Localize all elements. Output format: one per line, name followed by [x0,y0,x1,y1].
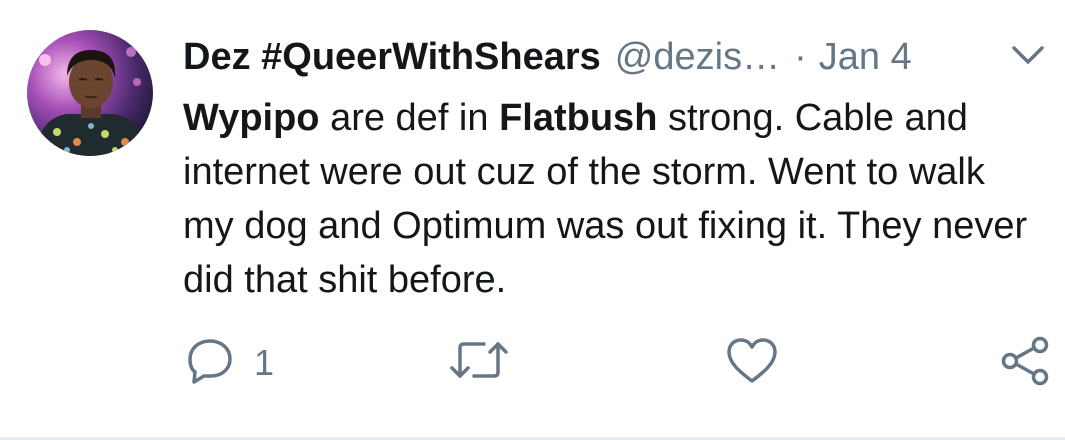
heart-icon [724,338,780,390]
chevron-down-icon[interactable] [1008,40,1048,70]
tweet-header: Dez #QueerWithShears @dezis… · Jan 4 [183,33,912,81]
tweet-text-bold-1: Wypipo [183,97,320,139]
reply-count: 1 [254,341,275,383]
share-button[interactable] [998,334,1052,393]
like-button[interactable] [724,336,780,391]
reply-icon [186,336,234,389]
avatar[interactable] [27,30,153,156]
avatar-image [27,30,153,156]
tweet-date[interactable]: Jan 4 [819,36,912,79]
tweet-card[interactable]: Dez #QueerWithShears @dezis… · Jan 4 Wyp… [0,0,1065,440]
header-separator: · [794,35,807,78]
reply-button[interactable]: 1 [186,336,274,389]
retweet-button[interactable] [448,338,510,387]
retweet-icon [448,342,510,386]
share-icon [998,336,1052,392]
display-name[interactable]: Dez #QueerWithShears [183,36,601,79]
user-handle[interactable]: @dezis… [615,36,780,79]
tweet-text-bold-2: Flatbush [499,97,658,139]
tweet-text: Wypipo are def in Flatbush strong. Cable… [183,91,1043,307]
tweet-text-part-2: are def in [319,97,500,139]
